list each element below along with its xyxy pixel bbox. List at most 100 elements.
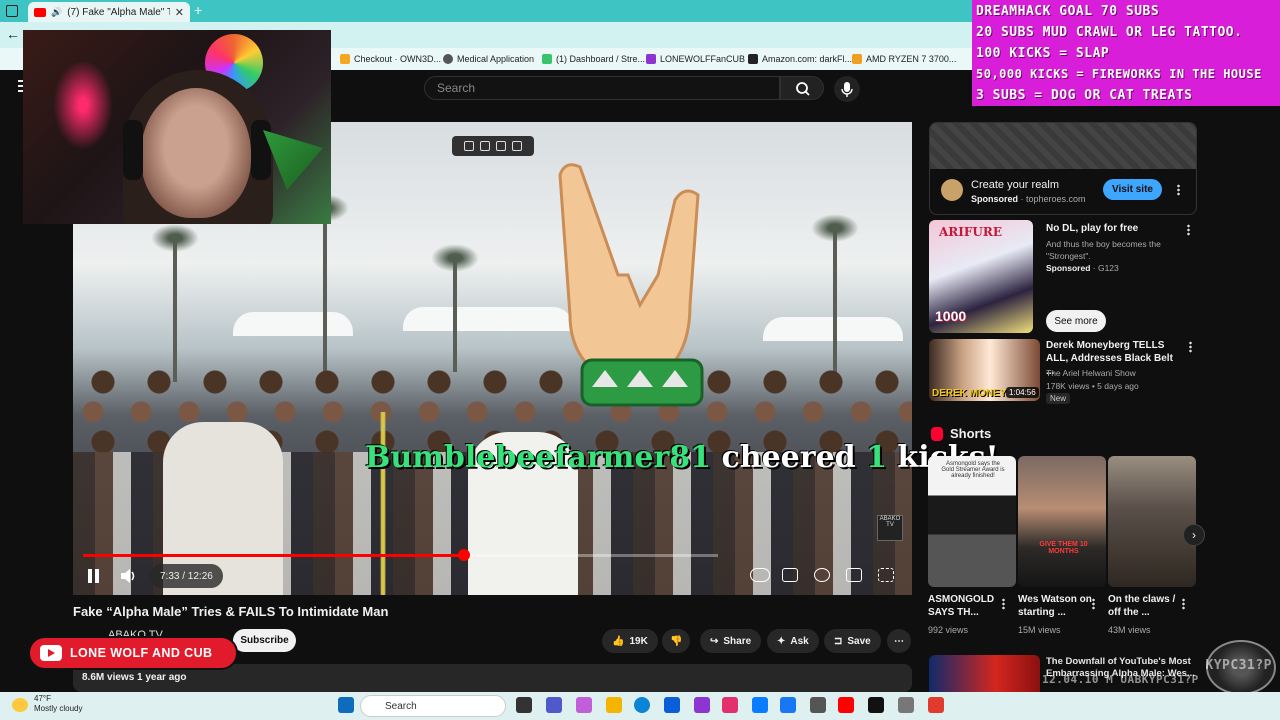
captions-icon[interactable]: [782, 568, 798, 582]
bookmark-favicon-icon: [646, 54, 656, 64]
facebook-icon[interactable]: [780, 697, 796, 713]
overlay-stamp: KYPC31?P 12.04.10 M UABKYPC31?P: [1042, 658, 1272, 686]
palm-tree: [811, 214, 859, 382]
bookmark-favicon-icon: [852, 54, 862, 64]
store-icon[interactable]: [664, 697, 680, 713]
visit-site-button[interactable]: Visit site: [1103, 179, 1162, 200]
subscribe-button[interactable]: Subscribe: [233, 629, 296, 652]
copilot-icon[interactable]: [576, 697, 592, 713]
theater-mode-icon[interactable]: [846, 568, 862, 582]
video-thumbnail[interactable]: [929, 655, 1040, 692]
goal-line: 3 SUBS = DOG OR CAT TREATS: [976, 88, 1193, 103]
goal-line: 20 SUBS MUD CRAWL OR LEG TATTOO.: [976, 25, 1243, 40]
video-overlay-toolbar[interactable]: [452, 136, 534, 156]
short-thumbnail[interactable]: Asmongold says the Gold Streamer Award i…: [928, 456, 1016, 587]
youtube-icon[interactable]: [838, 697, 854, 713]
pip-icon[interactable]: [464, 141, 474, 151]
app-icon[interactable]: [752, 697, 768, 713]
short-views: 992 views: [928, 625, 969, 635]
bookmark-item[interactable]: Checkout · OWN3D...: [340, 50, 441, 68]
weather-widget[interactable]: 47°F Mostly cloudy: [34, 694, 82, 714]
bookmark-favicon-icon: [542, 54, 552, 64]
search-button[interactable]: [780, 76, 824, 100]
streamer-face: [141, 88, 251, 218]
goal-line: 50,000 KICKS = FIREWORKS IN THE HOUSE: [976, 67, 1262, 81]
ad-title[interactable]: No DL, play for free: [1046, 222, 1176, 235]
speaker-icon[interactable]: 🔊: [51, 7, 62, 18]
more-options-icon[interactable]: [1189, 341, 1192, 353]
more-actions-button[interactable]: ⋯: [887, 629, 911, 653]
ad-sponsor-line: Sponsored · G123: [1046, 263, 1119, 273]
volume-icon[interactable]: [120, 568, 138, 584]
like-button[interactable]: 👍 19K: [602, 629, 658, 653]
new-tab-button[interactable]: +: [194, 2, 208, 18]
ad-title[interactable]: Create your realm: [971, 179, 1059, 191]
bookmark-item[interactable]: Medical Application: [443, 50, 534, 68]
shorts-heading: Shorts: [950, 426, 992, 441]
scrubber-handle[interactable]: [458, 549, 470, 561]
channel-watermark[interactable]: ABAKO TV: [877, 515, 903, 541]
view-count: 8.6M views 1 year ago: [82, 672, 187, 683]
bookmark-item[interactable]: LONEWOLFFanCUB ...: [646, 50, 755, 68]
popout-icon[interactable]: [480, 141, 490, 151]
tent: [233, 312, 353, 336]
short-title[interactable]: On the claws / off the ...: [1108, 593, 1184, 619]
bookmark-item[interactable]: (1) Dashboard / Stre...: [542, 50, 645, 68]
browser-tab[interactable]: 🔊 (7) Fake "Alpha Male" Tries & ✕: [28, 2, 190, 22]
short-title[interactable]: Wes Watson on starting ...: [1018, 593, 1094, 619]
pause-icon[interactable]: [88, 569, 102, 583]
window-menu-icon[interactable]: [6, 5, 18, 17]
more-options-icon[interactable]: [1002, 598, 1005, 610]
more-options-icon[interactable]: [1092, 598, 1095, 610]
windows-start-icon[interactable]: [338, 697, 354, 713]
more-options-icon[interactable]: [1187, 224, 1190, 236]
dislike-button[interactable]: 👎: [662, 629, 691, 653]
app-icon[interactable]: [694, 697, 710, 713]
app-icon[interactable]: [810, 697, 826, 713]
short-title[interactable]: ASMONGOLD SAYS TH...: [928, 593, 1004, 619]
task-view-icon[interactable]: [516, 697, 532, 713]
short-thumbnail[interactable]: GIVE THEM 10 MONTHS: [1018, 456, 1106, 587]
bookmark-item[interactable]: Amazon.com: darkFl...: [748, 50, 852, 68]
more-options-icon[interactable]: [1177, 184, 1180, 196]
teams-icon[interactable]: [546, 697, 562, 713]
video-meta: 178K views • 5 days ago: [1046, 381, 1139, 391]
file-explorer-icon[interactable]: [606, 697, 622, 713]
bookmark-favicon-icon: [340, 54, 350, 64]
save-button[interactable]: ⊐ Save: [824, 629, 881, 653]
channel-name[interactable]: The Ariel Helwani Show: [1046, 367, 1136, 379]
tab-title: (7) Fake "Alpha Male" Tries &: [67, 6, 170, 18]
obs-icon[interactable]: [928, 697, 944, 713]
settings-gear-icon[interactable]: [814, 568, 830, 582]
edge-icon[interactable]: [634, 697, 650, 713]
stream-brand-banner: LONE WOLF AND CUB: [28, 636, 238, 670]
sparkle-icon: ✦: [777, 635, 786, 647]
netflix-icon[interactable]: [868, 697, 884, 713]
short-thumbnail[interactable]: [1108, 456, 1196, 587]
ad-thumbnail[interactable]: ARIFURE 1000: [929, 220, 1033, 333]
more-options-icon[interactable]: [1182, 598, 1185, 610]
app-icon[interactable]: [898, 697, 914, 713]
ask-button[interactable]: ✦ Ask: [767, 629, 819, 653]
goal-line: 100 KICKS = SLAP: [976, 46, 1110, 61]
close-tab-icon[interactable]: ✕: [175, 6, 184, 19]
share-button[interactable]: ↪ Share: [700, 629, 762, 653]
brand-name: LONE WOLF AND CUB: [70, 646, 213, 660]
video-timecode: 7:33 / 12:26: [150, 564, 223, 588]
fullscreen-icon[interactable]: [878, 568, 894, 582]
see-more-button[interactable]: See more: [1046, 310, 1106, 332]
headset: [123, 120, 143, 180]
short-views: 15M views: [1018, 625, 1061, 635]
autoplay-toggle-icon[interactable]: [750, 568, 770, 582]
instagram-icon[interactable]: [722, 697, 738, 713]
back-arrow-icon[interactable]: ←: [6, 26, 20, 42]
voice-search-button[interactable]: [834, 76, 860, 102]
chevron-right-icon[interactable]: ›: [1183, 524, 1205, 546]
search-input[interactable]: Search: [424, 76, 780, 100]
weather-cloud-icon[interactable]: [12, 698, 28, 712]
taskbar-search[interactable]: Search: [360, 695, 506, 717]
shorts-icon: [931, 427, 943, 441]
translate-icon[interactable]: [512, 141, 522, 151]
bookmark-item[interactable]: AMD RYZEN 7 3700...: [852, 50, 956, 68]
notes-icon[interactable]: [496, 141, 506, 151]
